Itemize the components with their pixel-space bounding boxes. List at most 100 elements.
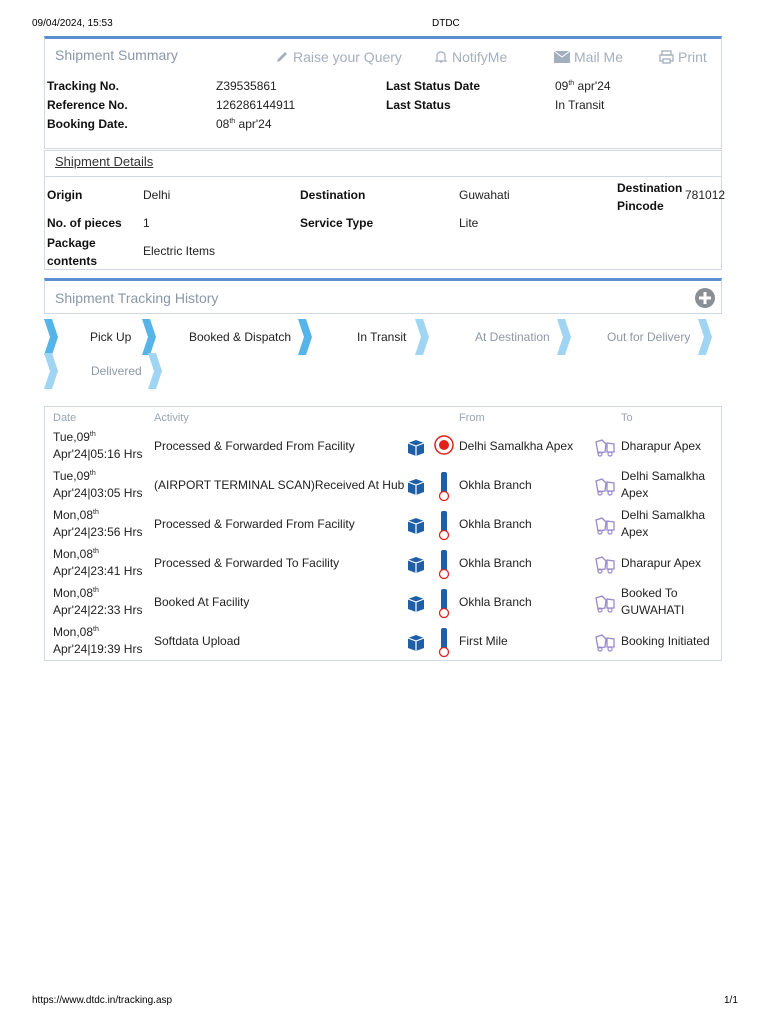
- row-date: Mon,08th Apr'24|22:33 Hrs: [53, 586, 143, 617]
- row-date: Mon,08th Apr'24|19:39 Hrs: [53, 625, 143, 656]
- raise-query-label: Raise your Query: [293, 49, 402, 65]
- print-page-number: 1/1: [724, 995, 738, 1006]
- destination-value: Guwahati: [459, 188, 510, 202]
- step-chevron-icon: [298, 319, 312, 355]
- reference-number-value: 126286144911: [216, 98, 296, 112]
- pencil-icon: [277, 52, 287, 62]
- print-datetime: 09/04/2024, 15:53: [32, 18, 113, 29]
- table-row: Mon,08th Apr'24|19:39 Hrs Softdata Upload F…: [45, 622, 721, 661]
- thermometer-marker-icon: [438, 511, 450, 541]
- step-chevron-icon: [44, 319, 58, 355]
- row-date: Mon,08th Apr'24|23:41 Hrs: [53, 547, 143, 578]
- step-at-destination: At Destination: [475, 330, 550, 344]
- delivery-truck-icon: [595, 556, 615, 574]
- print-url: https://www.dtdc.in/tracking.asp: [32, 995, 173, 1006]
- step-in-transit: In Transit: [357, 330, 407, 344]
- pieces-label: No. of pieces: [47, 216, 122, 230]
- delivery-truck-icon: [595, 517, 615, 535]
- destination-pincode-label: Destination Pincode: [617, 181, 683, 213]
- thermometer-marker-icon: [438, 589, 450, 619]
- row-to: Dharapur Apex: [621, 439, 702, 453]
- step-chevron-icon: [148, 353, 162, 389]
- row-to: Delhi Samalkha Apex: [621, 469, 706, 500]
- table-row: Mon,08th Apr'24|23:56 Hrs Processed & Forw…: [45, 505, 721, 544]
- service-type-value: Lite: [459, 216, 479, 230]
- last-status-date-label: Last Status Date: [386, 79, 481, 93]
- delivery-truck-icon: [595, 478, 615, 496]
- row-from: Delhi Samalkha Apex: [459, 439, 574, 453]
- delivery-truck-icon: [595, 634, 615, 652]
- booking-date-label: Booking Date.: [47, 117, 128, 131]
- mail-me-button[interactable]: Mail Me: [554, 49, 623, 65]
- row-from: Okhla Branch: [459, 478, 532, 492]
- package-box-icon: [407, 596, 425, 612]
- destination-pincode-value: 781012: [685, 188, 726, 202]
- row-to: Booking Initiated: [621, 634, 710, 648]
- step-chevron-icon: [698, 319, 712, 355]
- row-activity: Processed & Forwarded From Facility: [154, 439, 355, 453]
- column-header-to: To: [621, 412, 633, 424]
- thermometer-marker-icon: [438, 628, 450, 658]
- row-activity: (AIRPORT TERMINAL SCAN)Received At Hub: [154, 478, 405, 492]
- step-chevron-icon: [415, 319, 429, 355]
- package-box-icon: [407, 479, 425, 495]
- column-header-from: From: [459, 412, 485, 424]
- step-delivered: Delivered: [91, 364, 142, 378]
- step-out-for-delivery: Out for Delivery: [607, 330, 691, 344]
- last-status-label: Last Status: [386, 98, 451, 112]
- column-header-date: Date: [53, 412, 77, 424]
- row-activity: Processed & Forwarded To Facility: [154, 556, 340, 570]
- tracking-history-table: Date Activity From To Tue,09th Apr'24|05:…: [44, 406, 722, 661]
- printer-icon: [659, 50, 674, 64]
- tracking-history-title: Shipment Tracking History: [55, 289, 219, 306]
- shipment-details-header: Shipment Details: [44, 150, 722, 177]
- row-from: Okhla Branch: [459, 556, 532, 570]
- package-box-icon: [407, 557, 425, 573]
- row-from: First Mile: [459, 634, 508, 648]
- step-chevron-icon: [142, 319, 156, 355]
- last-status-date-value: 09th apr'24: [555, 79, 611, 93]
- step-chevron-icon: [44, 353, 58, 389]
- row-activity: Processed & Forwarded From Facility: [154, 517, 355, 531]
- mail-icon: [554, 51, 570, 63]
- row-activity: Booked At Facility: [154, 595, 250, 609]
- table-row: Tue,09th Apr'24|05:16 Hrs Processed & Forw…: [45, 427, 721, 466]
- reference-number-label: Reference No.: [47, 98, 128, 112]
- last-status-value: In Transit: [555, 98, 605, 112]
- table-row: Mon,08th Apr'24|22:33 Hrs Booked At Facili…: [45, 583, 721, 622]
- delivery-truck-icon: [595, 595, 615, 613]
- notify-me-button[interactable]: NotifyMe: [434, 49, 507, 65]
- tracking-number-label: Tracking No.: [47, 79, 120, 93]
- delivery-truck-icon: [595, 439, 615, 457]
- table-row: Mon,08th Apr'24|23:41 Hrs Processed & Forw…: [45, 544, 721, 583]
- step-pick-up: Pick Up: [90, 330, 132, 344]
- shipment-details-panel: Origin Delhi Destination Guwahati Destin…: [44, 176, 726, 270]
- notify-me-label: NotifyMe: [452, 49, 508, 65]
- package-box-icon: [407, 518, 425, 534]
- bell-icon: [434, 51, 448, 63]
- package-box-icon: [407, 440, 425, 456]
- shipment-summary-panel: Shipment Summary Raise your Query Notify…: [44, 36, 722, 149]
- row-to: Delhi Samalkha Apex: [621, 508, 706, 539]
- shipment-details-title: Shipment Details: [55, 154, 154, 169]
- row-to: Booked To GUWAHATI: [621, 586, 685, 617]
- table-row: Tue,09th Apr'24|03:05 Hrs (AIRPORT TERMINA…: [45, 466, 721, 505]
- origin-value: Delhi: [143, 188, 171, 202]
- destination-label: Destination: [300, 188, 366, 202]
- raise-query-button[interactable]: Raise your Query: [275, 49, 402, 65]
- service-type-label: Service Type: [300, 216, 374, 230]
- mail-me-label: Mail Me: [574, 49, 624, 65]
- thermometer-marker-icon: [438, 472, 450, 502]
- row-from: Okhla Branch: [459, 595, 532, 609]
- origin-label: Origin: [47, 188, 83, 202]
- print-button[interactable]: Print: [659, 49, 707, 65]
- step-booked-dispatch: Booked & Dispatch: [189, 330, 292, 344]
- row-to: Dharapur Apex: [621, 556, 702, 570]
- expand-plus-icon[interactable]: [694, 287, 716, 309]
- tracking-history-header: Shipment Tracking History: [44, 278, 722, 314]
- row-activity: Softdata Upload: [154, 634, 241, 648]
- package-contents-value: Electric Items: [143, 244, 216, 258]
- row-date: Mon,08th Apr'24|23:56 Hrs: [53, 508, 143, 539]
- print-label: Print: [678, 49, 707, 65]
- current-location-marker-icon: [434, 435, 454, 455]
